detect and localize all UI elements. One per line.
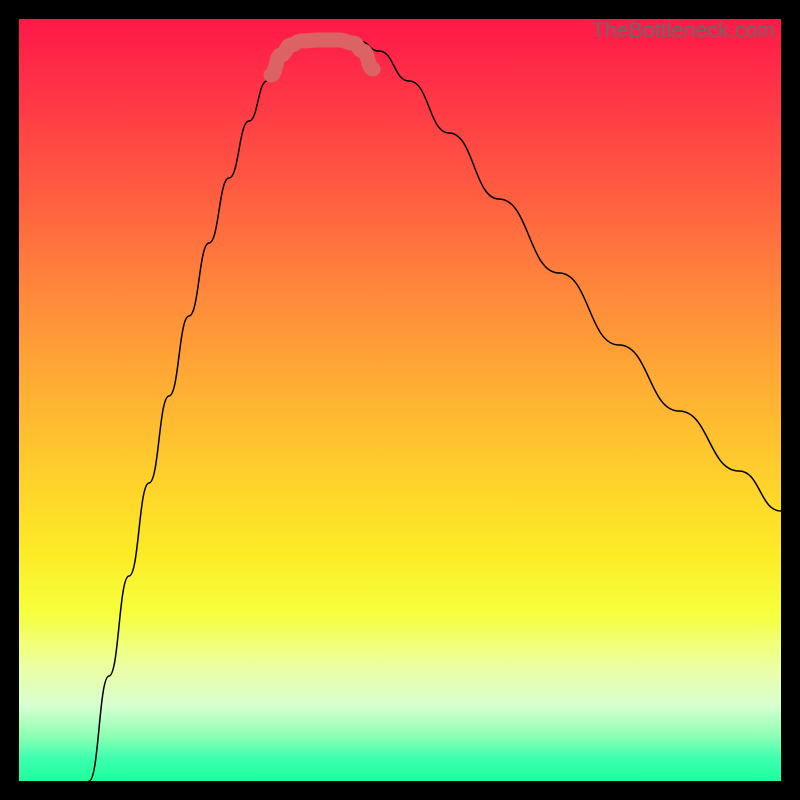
highlighted-bottom bbox=[271, 40, 373, 75]
right-curve bbox=[359, 41, 781, 511]
chart-stage: TheBottleneck.com bbox=[0, 0, 800, 800]
plot-area: TheBottleneck.com bbox=[19, 19, 781, 781]
curve-layer bbox=[19, 19, 781, 781]
left-curve bbox=[89, 41, 299, 781]
